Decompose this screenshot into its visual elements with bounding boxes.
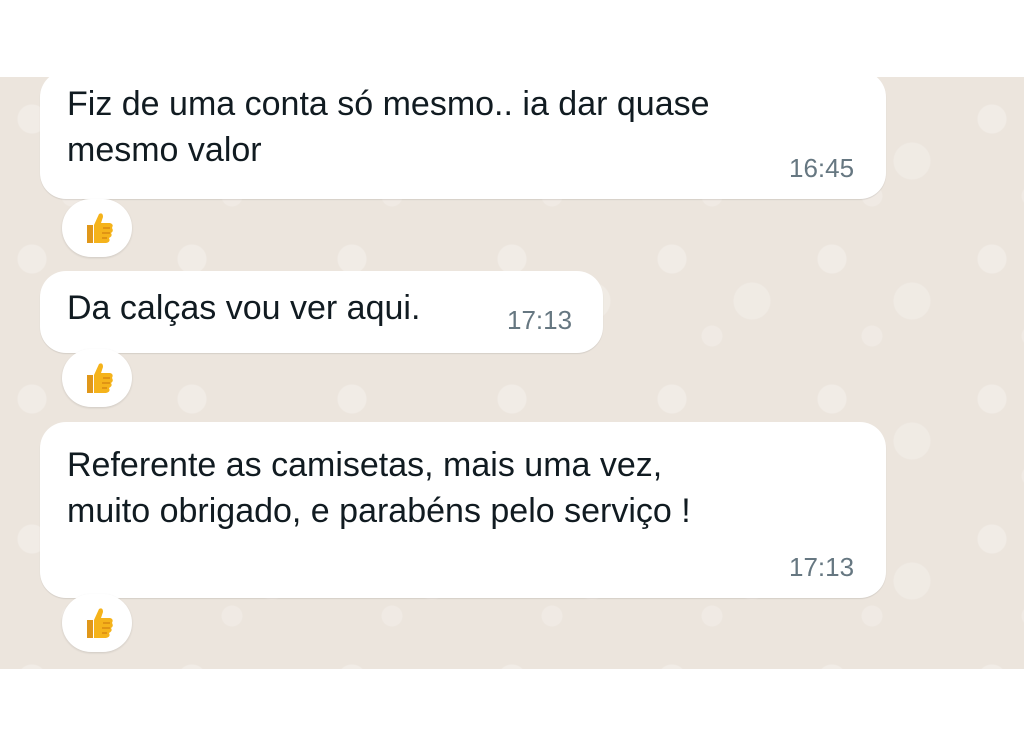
message-timestamp: 16:45 — [789, 153, 855, 183]
message-text: Referente as camisetas, mais uma vez, mu… — [67, 446, 691, 530]
message-text: Fiz de uma conta só mesmo.. ia dar quase… — [67, 85, 710, 169]
message-text: Da calças vou ver aqui. — [67, 289, 421, 327]
chat-background: Fiz de uma conta só mesmo.. ia dar quase… — [0, 77, 1024, 669]
reaction-badge[interactable] — [62, 199, 132, 257]
reaction-badge[interactable] — [62, 349, 132, 407]
message-timestamp: 17:13 — [789, 552, 855, 582]
thumbs-up-icon — [87, 608, 113, 638]
reaction-badge[interactable] — [62, 594, 132, 652]
thumbs-up-icon — [87, 363, 113, 393]
message-bubble[interactable]: Da calças vou ver aqui. 17:13 — [40, 271, 603, 353]
message-bubble[interactable]: Fiz de uma conta só mesmo.. ia dar quase… — [40, 77, 886, 199]
message-bubble[interactable]: Referente as camisetas, mais uma vez, mu… — [40, 422, 886, 598]
thumbs-up-icon — [87, 213, 113, 243]
message-timestamp: 17:13 — [507, 305, 573, 335]
